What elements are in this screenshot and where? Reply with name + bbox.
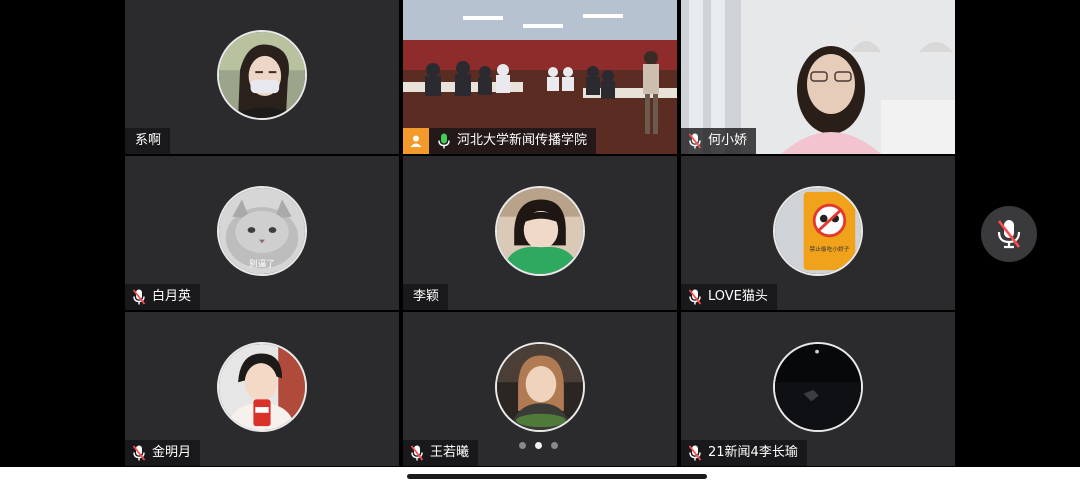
participant-name: 何小娇 — [708, 133, 748, 148]
participant-tile[interactable]: 禁止偷吃小娇子 LOVE猫头 — [681, 156, 955, 310]
participant-name: 王若曦 — [430, 445, 470, 460]
avatar — [217, 30, 307, 120]
mic-off-icon — [688, 445, 702, 461]
participant-name-label: 系啊 — [125, 128, 171, 154]
page-dot-current[interactable] — [535, 442, 542, 449]
mic-off-icon — [132, 289, 146, 305]
mic-off-icon — [688, 133, 702, 149]
participant-name: 李颖 — [413, 289, 440, 304]
avatar-caption: 别逼了 — [249, 258, 275, 269]
participant-name-label: 李颖 — [403, 284, 449, 310]
participant-name: 21新闻4李长瑜 — [708, 445, 798, 460]
participant-name-label: 何小娇 — [681, 128, 757, 154]
page-indicator[interactable] — [519, 442, 558, 449]
participant-name: 金明月 — [152, 445, 192, 460]
home-indicator[interactable] — [407, 474, 707, 479]
participant-tile[interactable]: 系啊 — [125, 0, 399, 154]
participant-name: 白月英 — [152, 289, 192, 304]
participant-name: 河北大学新闻传播学院 — [457, 133, 588, 148]
mic-active-icon — [437, 133, 451, 149]
participant-tile[interactable]: 21新闻4李长瑜 — [681, 312, 955, 466]
page-dot[interactable] — [519, 442, 526, 449]
avatar — [495, 186, 585, 276]
participant-tile-active-speaker[interactable]: 河北大学新闻传播学院 — [403, 0, 677, 154]
avatar: 别逼了 — [217, 186, 307, 276]
participant-tile[interactable]: 别逼了 白月英 — [125, 156, 399, 310]
mic-off-icon — [688, 289, 702, 305]
participant-name-label: 金明月 — [125, 440, 201, 466]
participant-name: 系啊 — [135, 133, 162, 148]
self-mic-toggle-button[interactable] — [981, 206, 1037, 262]
participant-name-label: 白月英 — [125, 284, 201, 310]
mic-off-icon — [132, 445, 146, 461]
speaker-badge-icon — [403, 128, 429, 154]
participant-name: LOVE猫头 — [708, 289, 768, 304]
participant-name-label: LOVE猫头 — [681, 284, 777, 310]
participant-tile[interactable]: 李颖 — [403, 156, 677, 310]
participant-tile[interactable]: 金明月 — [125, 312, 399, 466]
participant-name-label: 河北大学新闻传播学院 — [403, 128, 597, 154]
video-grid: 系啊 河北大学新闻传播学院 何小娇 别逼了 白月英 李颖 禁止偷吃小娇子 LOV… — [125, 0, 955, 467]
mic-off-icon — [410, 445, 424, 461]
mic-off-icon — [997, 220, 1021, 249]
page-dot[interactable] — [551, 442, 558, 449]
participant-tile[interactable]: 何小娇 — [681, 0, 955, 154]
avatar — [495, 342, 585, 432]
avatar: 禁止偷吃小娇子 — [773, 186, 863, 276]
avatar — [773, 342, 863, 432]
avatar — [217, 342, 307, 432]
avatar-caption: 禁止偷吃小娇子 — [809, 245, 849, 253]
participant-name-label: 21新闻4李长瑜 — [681, 440, 807, 466]
participant-name-label: 王若曦 — [403, 440, 479, 466]
